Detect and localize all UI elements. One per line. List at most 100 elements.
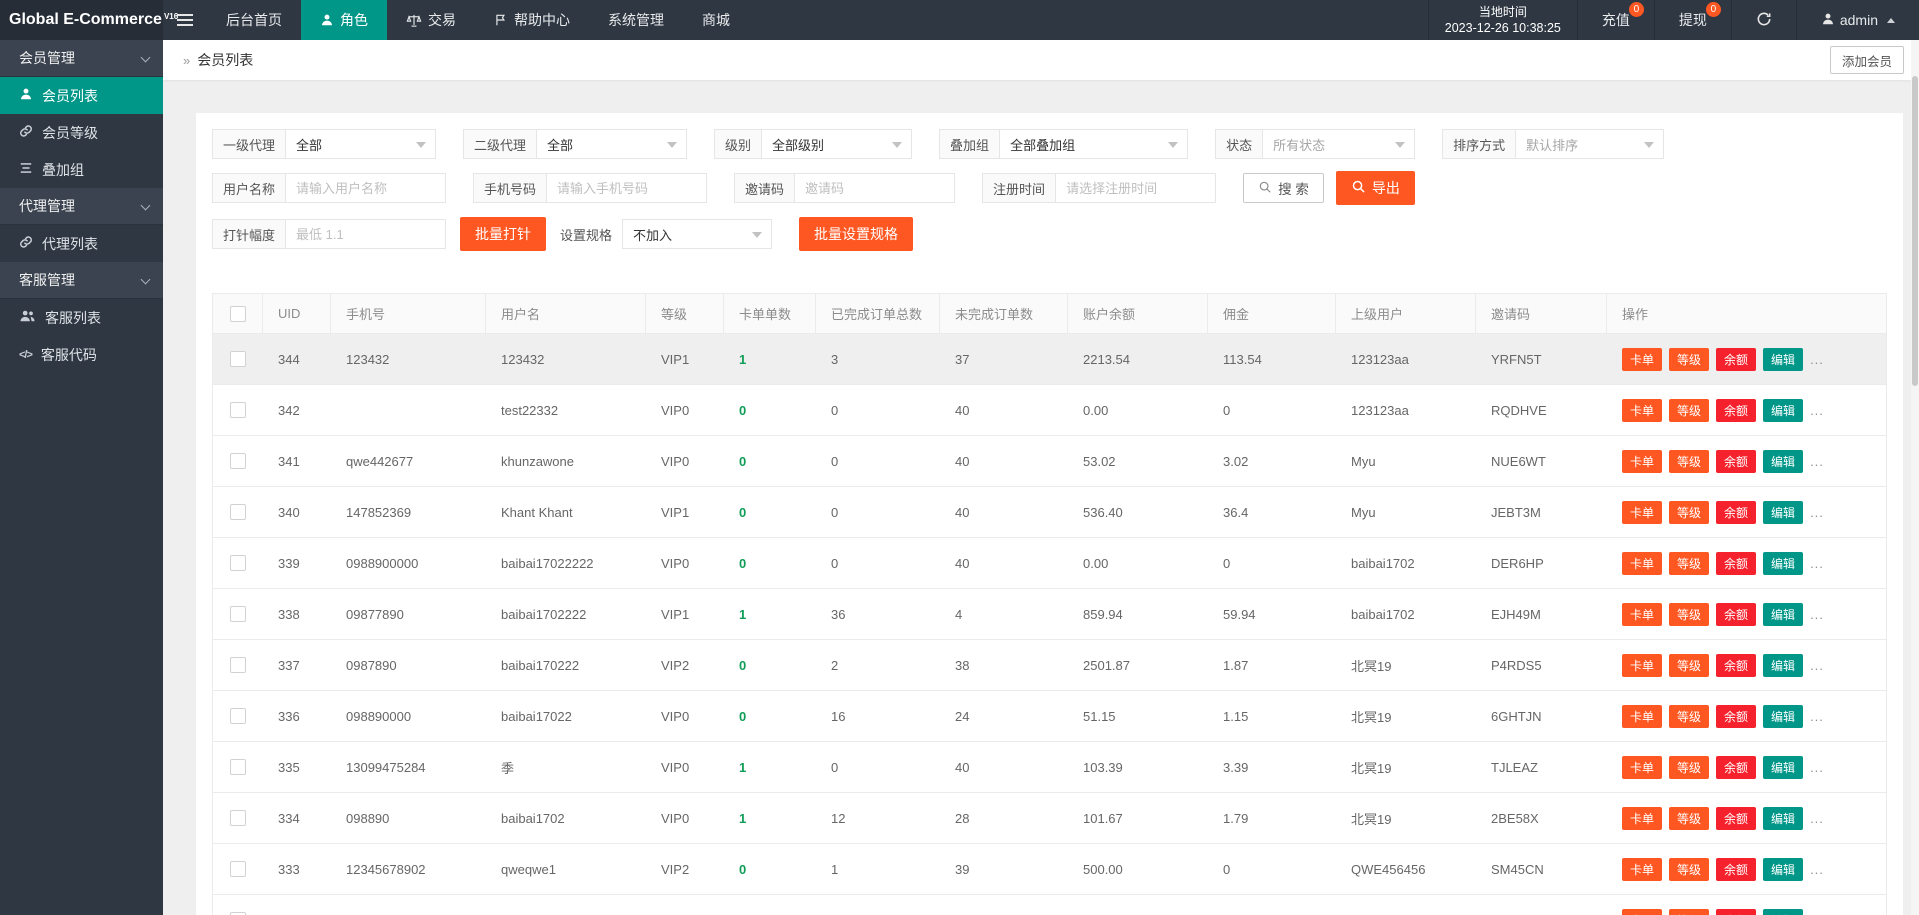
sidebar-item-5[interactable]: 代理列表	[0, 225, 163, 262]
more-actions-button[interactable]: ...	[1810, 505, 1824, 520]
more-actions-button[interactable]: ...	[1810, 352, 1824, 367]
action-balance-button[interactable]: 余额	[1716, 501, 1756, 524]
batch-spec-button[interactable]: 批量设置规格	[799, 217, 913, 251]
action-edit-button[interactable]: 编辑	[1763, 450, 1803, 473]
action-level-button[interactable]: 等级	[1669, 654, 1709, 677]
sidebar-item-8[interactable]: </>客服代码	[0, 336, 163, 373]
nav-item-5[interactable]: 商城	[683, 0, 749, 40]
action-level-button[interactable]: 等级	[1669, 705, 1709, 728]
row-checkbox[interactable]	[230, 453, 246, 469]
search-button[interactable]: 搜 索	[1243, 173, 1324, 203]
nav-item-4[interactable]: 系统管理	[589, 0, 683, 40]
action-balance-button[interactable]: 余额	[1716, 348, 1756, 371]
export-button[interactable]: 导出	[1336, 171, 1415, 205]
action-level-button[interactable]: 等级	[1669, 603, 1709, 626]
filter-select[interactable]: 所有状态	[1263, 129, 1415, 159]
add-member-button[interactable]: 添加会员	[1830, 46, 1904, 74]
action-edit-button[interactable]: 编辑	[1763, 399, 1803, 422]
row-checkbox[interactable]	[230, 708, 246, 724]
nav-item-1[interactable]: 角色	[301, 0, 387, 40]
action-level-button[interactable]: 等级	[1669, 348, 1709, 371]
more-actions-button[interactable]: ...	[1810, 607, 1824, 622]
row-checkbox[interactable]	[230, 555, 246, 571]
more-actions-button[interactable]: ...	[1810, 403, 1824, 418]
recharge-button[interactable]: 充值 0	[1577, 0, 1654, 40]
action-balance-button[interactable]: 余额	[1716, 603, 1756, 626]
row-checkbox[interactable]	[230, 606, 246, 622]
sidebar-group-6[interactable]: 客服管理	[0, 262, 163, 299]
filter-select[interactable]: 全部级别	[762, 129, 912, 159]
filter-select[interactable]: 默认排序	[1516, 129, 1664, 159]
row-checkbox[interactable]	[230, 351, 246, 367]
action-level-button[interactable]: 等级	[1669, 858, 1709, 881]
sidebar-item-7[interactable]: 客服列表	[0, 299, 163, 336]
action-card-button[interactable]: 卡单	[1622, 705, 1662, 728]
action-edit-button[interactable]: 编辑	[1763, 909, 1803, 915]
scrollbar-thumb[interactable]	[1912, 76, 1918, 386]
action-edit-button[interactable]: 编辑	[1763, 603, 1803, 626]
action-edit-button[interactable]: 编辑	[1763, 501, 1803, 524]
refresh-button[interactable]	[1731, 0, 1796, 40]
action-edit-button[interactable]: 编辑	[1763, 858, 1803, 881]
action-edit-button[interactable]: 编辑	[1763, 654, 1803, 677]
row-checkbox[interactable]	[230, 861, 246, 877]
filter-select[interactable]: 全部	[286, 129, 436, 159]
action-balance-button[interactable]: 余额	[1716, 858, 1756, 881]
nav-item-3[interactable]: 帮助中心	[475, 0, 589, 40]
action-level-button[interactable]: 等级	[1669, 552, 1709, 575]
action-card-button[interactable]: 卡单	[1622, 552, 1662, 575]
action-card-button[interactable]: 卡单	[1622, 909, 1662, 915]
action-edit-button[interactable]: 编辑	[1763, 756, 1803, 779]
sidebar-item-1[interactable]: 会员列表	[0, 77, 163, 114]
more-actions-button[interactable]: ...	[1810, 862, 1824, 877]
row-checkbox[interactable]	[230, 402, 246, 418]
action-level-button[interactable]: 等级	[1669, 501, 1709, 524]
action-edit-button[interactable]: 编辑	[1763, 807, 1803, 830]
sidebar-item-3[interactable]: 叠加组	[0, 151, 163, 188]
more-actions-button[interactable]: ...	[1810, 658, 1824, 673]
action-balance-button[interactable]: 余额	[1716, 654, 1756, 677]
select-all-checkbox[interactable]	[230, 306, 246, 322]
more-actions-button[interactable]: ...	[1810, 811, 1824, 826]
action-card-button[interactable]: 卡单	[1622, 348, 1662, 371]
action-balance-button[interactable]: 余额	[1716, 756, 1756, 779]
needle-range-input[interactable]	[286, 219, 446, 249]
action-edit-button[interactable]: 编辑	[1763, 348, 1803, 371]
filter-input-3[interactable]	[1056, 173, 1216, 203]
sidebar-group-4[interactable]: 代理管理	[0, 188, 163, 225]
action-edit-button[interactable]: 编辑	[1763, 552, 1803, 575]
action-balance-button[interactable]: 余额	[1716, 399, 1756, 422]
action-balance-button[interactable]: 余额	[1716, 552, 1756, 575]
withdraw-button[interactable]: 提现 0	[1654, 0, 1731, 40]
more-actions-button[interactable]: ...	[1810, 709, 1824, 724]
sidebar-group-0[interactable]: 会员管理	[0, 40, 163, 77]
action-level-button[interactable]: 等级	[1669, 450, 1709, 473]
filter-select[interactable]: 全部叠加组	[1000, 129, 1188, 159]
user-menu[interactable]: admin	[1796, 0, 1919, 40]
action-card-button[interactable]: 卡单	[1622, 399, 1662, 422]
row-checkbox[interactable]	[230, 504, 246, 520]
action-level-button[interactable]: 等级	[1669, 807, 1709, 830]
action-edit-button[interactable]: 编辑	[1763, 705, 1803, 728]
filter-input-0[interactable]	[286, 173, 446, 203]
batch-needle-button[interactable]: 批量打针	[460, 217, 546, 251]
row-checkbox[interactable]	[230, 759, 246, 775]
action-card-button[interactable]: 卡单	[1622, 450, 1662, 473]
action-card-button[interactable]: 卡单	[1622, 858, 1662, 881]
action-card-button[interactable]: 卡单	[1622, 807, 1662, 830]
filter-input-1[interactable]	[547, 173, 707, 203]
action-balance-button[interactable]: 余额	[1716, 450, 1756, 473]
action-card-button[interactable]: 卡单	[1622, 501, 1662, 524]
filter-select[interactable]: 全部	[537, 129, 687, 159]
action-level-button[interactable]: 等级	[1669, 909, 1709, 915]
spec-select[interactable]: 不加入	[622, 219, 772, 249]
nav-item-0[interactable]: 后台首页	[207, 0, 301, 40]
row-checkbox[interactable]	[230, 810, 246, 826]
action-balance-button[interactable]: 余额	[1716, 705, 1756, 728]
action-level-button[interactable]: 等级	[1669, 399, 1709, 422]
action-balance-button[interactable]: 余额	[1716, 909, 1756, 915]
action-card-button[interactable]: 卡单	[1622, 654, 1662, 677]
row-checkbox[interactable]	[230, 657, 246, 673]
action-card-button[interactable]: 卡单	[1622, 603, 1662, 626]
sidebar-item-2[interactable]: 会员等级	[0, 114, 163, 151]
